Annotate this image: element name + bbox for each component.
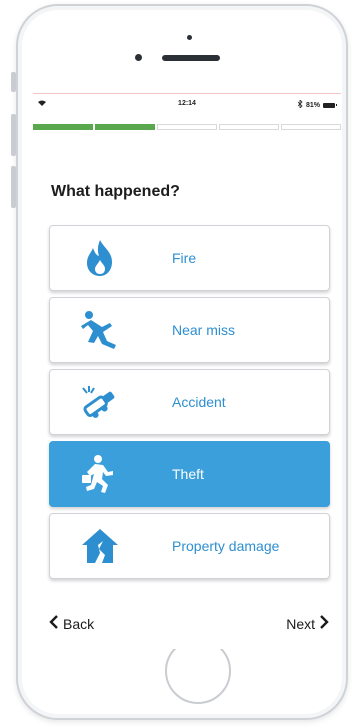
chevron-left-icon [49,615,59,632]
page-title: What happened? [51,183,180,200]
fire-icon [74,236,126,280]
status-right: 81% [297,99,337,110]
status-bar: 12:14 81% [33,93,341,118]
option-accident-label: Accident [172,394,226,410]
progress-step-3 [157,124,217,130]
app-screen: 12:14 81% What happened? Fire Near miss … [33,93,341,649]
step-progress-bar [33,124,341,131]
progress-step-5 [281,124,341,130]
earpiece-speaker [162,55,220,61]
option-property-damage[interactable]: Property damage [49,513,330,579]
bluetooth-icon [297,99,303,110]
property-damage-icon [74,524,126,568]
accident-icon [74,380,126,424]
theft-icon [74,452,126,496]
progress-step-4 [219,124,279,130]
near-miss-icon [74,308,126,352]
status-time: 12:14 [178,100,196,107]
next-label: Next [286,615,315,632]
battery-icon [323,102,337,108]
mute-switch [11,72,16,92]
volume-up-button [11,114,16,156]
back-label: Back [63,615,95,632]
progress-step-2 [95,124,155,130]
bottom-navigation: Back Next [33,611,341,637]
option-near-miss-label: Near miss [172,322,236,338]
back-button[interactable]: Back [49,615,94,632]
option-fire-label: Fire [172,250,197,266]
option-near-miss[interactable]: Near miss [49,297,330,363]
next-button[interactable]: Next [286,615,329,632]
option-property-damage-label: Property damage [172,538,280,554]
front-camera [135,54,142,61]
option-theft[interactable]: Theft [49,441,330,507]
battery-percent: 81% [305,101,320,109]
front-sensor [187,35,192,40]
chevron-right-icon [319,615,329,632]
progress-step-1 [33,124,93,130]
option-fire[interactable]: Fire [49,225,330,291]
volume-down-button [11,166,16,208]
option-accident[interactable]: Accident [49,369,330,435]
option-theft-label: Theft [172,466,204,482]
incident-type-list: Fire Near miss Accident Theft Property d… [49,225,330,585]
